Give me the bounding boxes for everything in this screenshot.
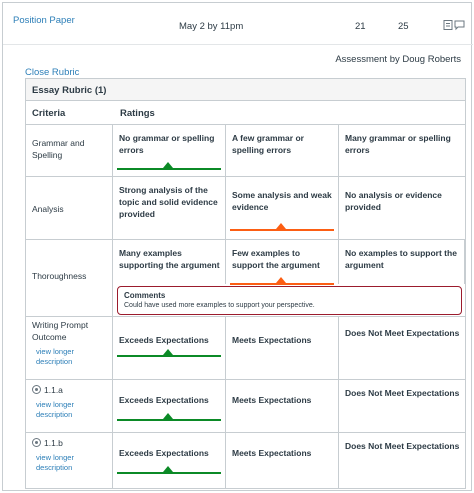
criterion-label: 1.1.a [32,384,108,396]
rating-text: A few grammar or spelling errors [232,133,304,155]
selected-underline [117,168,221,170]
outcome-icon [32,438,41,447]
rating-cell[interactable]: Strong analysis of the topic and solid e… [113,177,226,239]
criterion-cell: Writing Prompt Outcome view longer descr… [26,317,113,379]
comments-icon[interactable] [454,19,465,31]
view-longer-description-link[interactable]: view longer description [32,453,108,473]
criterion-row-writing-prompt: Writing Prompt Outcome view longer descr… [26,317,465,380]
criterion-row-1-1-b: 1.1.b view longer description Exceeds Ex… [26,433,465,488]
rating-cell[interactable]: No examples to support the argument [339,240,465,284]
rating-text: Meets Expectations [232,395,312,405]
view-longer-description-link[interactable]: view longer description [32,400,108,420]
criterion-row-analysis: Analysis Strong analysis of the topic an… [26,177,465,240]
assessed-by: Assessment by Doug Roberts [335,54,461,65]
rubric-header-row: Criteria Ratings [26,101,465,125]
criterion-cell: 1.1.b view longer description [26,433,113,488]
rating-text: Many examples supporting the argument [119,248,220,270]
criterion-row-grammar: Grammar and Spelling No grammar or spell… [26,125,465,177]
due-date: May 2 by 11pm [179,21,244,32]
rating-text: Exceeds Expectations [119,335,209,345]
criterion-row-thoroughness: Thoroughness Many examples supporting th… [26,240,465,317]
criterion-cell: Thoroughness [26,240,113,316]
selected-underline [230,283,334,285]
assignment-icons [443,19,465,31]
assignment-row: Position Paper May 2 by 11pm 21 25 [3,3,473,45]
rating-cell[interactable]: Some analysis and weak evidence [226,177,339,239]
rating-cell[interactable]: Few examples to support the argument [226,240,339,285]
rating-text: Exceeds Expectations [119,395,209,405]
rating-cell[interactable]: Many grammar or spelling errors [339,125,465,176]
assignment-link[interactable]: Position Paper [13,15,75,26]
rating-cell[interactable]: Many examples supporting the argument [113,240,226,284]
comments-box: Comments Could have used more examples t… [117,286,462,315]
rating-text: No grammar or spelling errors [119,133,215,155]
criterion-cell: Analysis [26,177,113,239]
rating-cell[interactable]: Meets Expectations [226,433,339,488]
rating-text: Some analysis and weak evidence [232,190,332,212]
rating-cell[interactable]: Meets Expectations [226,317,339,379]
rating-text: No analysis or evidence provided [345,190,442,212]
rating-text: Meets Expectations [232,448,312,458]
rating-cell[interactable]: Does Not Meet Expectations [339,433,465,488]
rubric-table: Essay Rubric (1) Criteria Ratings Gramma… [25,78,466,489]
rating-text: Does Not Meet Expectations [345,328,460,338]
selected-underline [230,229,334,231]
comments-text: Could have used more examples to support… [124,302,315,309]
rating-text: Does Not Meet Expectations [345,441,460,451]
criterion-label: Thoroughness [32,271,87,281]
criterion-label: 1.1.b [32,437,108,449]
selected-underline [117,419,221,421]
criterion-label: Analysis [32,204,64,214]
selected-underline [117,355,221,357]
criterion-label: Grammar and Spelling [32,138,85,160]
rating-cell[interactable]: Exceeds Expectations [113,317,226,379]
criterion-label-text: 1.1.b [44,438,63,448]
rating-text: Few examples to support the argument [232,248,320,270]
close-rubric-link[interactable]: Close Rubric [25,67,79,78]
rating-cell[interactable]: Meets Expectations [226,380,339,432]
view-longer-description-link[interactable]: view longer description [32,347,108,367]
criterion-cell: 1.1.a view longer description [26,380,113,432]
rating-cell[interactable]: Does Not Meet Expectations [339,317,465,379]
comments-title: Comments [124,291,166,300]
score: 21 [355,21,366,32]
rating-text: Strong analysis of the topic and solid e… [119,185,218,219]
points-possible: 25 [398,21,409,32]
rating-cell[interactable]: Does Not Meet Expectations [339,380,465,432]
criterion-row-1-1-a: 1.1.a view longer description Exceeds Ex… [26,380,465,433]
ratings-header: Ratings [120,108,155,119]
rating-cell[interactable]: No grammar or spelling errors [113,125,226,176]
grades-panel: Position Paper May 2 by 11pm 21 25 Asses… [2,2,473,491]
rating-cell[interactable]: Exceeds Expectations [113,380,226,432]
rating-cell[interactable]: A few grammar or spelling errors [226,125,339,176]
rating-text: Exceeds Expectations [119,448,209,458]
rating-cell[interactable]: No analysis or evidence provided [339,177,465,239]
criterion-label-text: 1.1.a [44,385,63,395]
criterion-label: Writing Prompt Outcome [32,320,89,342]
criterion-cell: Grammar and Spelling [26,125,113,176]
selected-underline [117,472,221,474]
outcome-icon [32,385,41,394]
rating-cell[interactable]: Exceeds Expectations [113,433,226,488]
rating-text: Does Not Meet Expectations [345,388,460,398]
rubric-icon[interactable] [443,19,453,31]
rating-text: No examples to support the argument [345,248,457,270]
rating-text: Many grammar or spelling errors [345,133,451,155]
criteria-header: Criteria [32,108,66,119]
rating-text: Meets Expectations [232,335,312,345]
rubric-title: Essay Rubric (1) [26,79,465,101]
